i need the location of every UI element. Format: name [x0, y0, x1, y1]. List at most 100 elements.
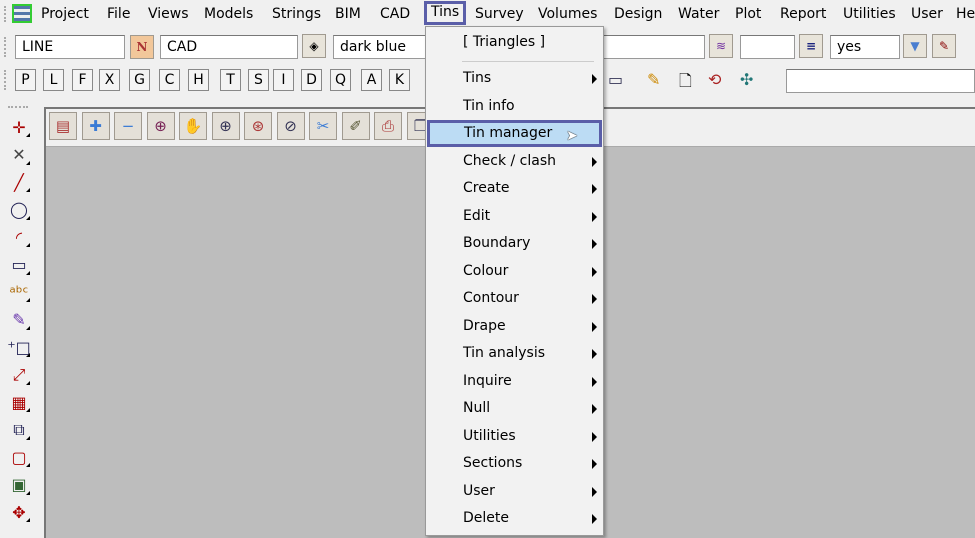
contour-icon[interactable]: ≋ [709, 34, 733, 58]
page-string-icon[interactable]: 🗋 [679, 70, 692, 97]
menu-tins[interactable]: Tins [424, 1, 467, 25]
linestyle-field[interactable]: LINE [15, 35, 125, 59]
menu-strings[interactable]: Strings [268, 3, 325, 25]
menu-item-edit[interactable]: Edit [426, 203, 603, 230]
menu-bim[interactable]: BIM [331, 3, 365, 25]
menu-he[interactable]: He [952, 3, 975, 25]
yes-field[interactable]: yes [830, 35, 900, 59]
window-icon[interactable]: ▭ [608, 70, 623, 89]
layout-icon[interactable]: ▤ [49, 112, 77, 140]
arc-icon[interactable]: ◜ [6, 225, 32, 249]
menu-file[interactable]: File [103, 3, 134, 25]
menubar: Project File Views Models Strings BIM CAD Tins S… [0, 0, 975, 28]
pencil-string-icon[interactable]: ✎ [647, 70, 660, 89]
menu-models[interactable]: Models [200, 3, 257, 25]
key-k-button[interactable]: K [389, 69, 410, 91]
key-h-button[interactable]: H [188, 69, 209, 91]
menu-item-tins[interactable]: Tins [426, 65, 603, 92]
key-q-button[interactable]: Q [330, 69, 351, 91]
cut-icon[interactable]: ✂ [309, 112, 337, 140]
menu-item-colour[interactable]: Colour [426, 258, 603, 285]
label-icon[interactable]: ⁺□ [6, 335, 32, 359]
string-tool-icon[interactable]: ✣ [740, 70, 753, 89]
menu-item-sections[interactable]: Sections [426, 450, 603, 477]
zoom-in-plus-icon[interactable]: ✚ [81, 112, 110, 140]
layers-icon[interactable]: ◈ [302, 34, 326, 58]
line-icon[interactable]: ╱ [6, 170, 32, 194]
dimension-icon[interactable]: ⤢ [6, 363, 32, 387]
menu-item-inquire[interactable]: Inquire [426, 368, 603, 395]
menu-item-check-clash[interactable]: Check / clash [426, 148, 603, 175]
key-f-button[interactable]: F [72, 69, 93, 91]
toolbar-grip[interactable] [4, 70, 7, 90]
key-t-button[interactable]: T [220, 69, 241, 91]
eyedropper-icon[interactable]: ✎ [932, 34, 956, 58]
menu-item-null[interactable]: Null [426, 395, 603, 422]
image-icon[interactable]: ▣ [6, 473, 32, 497]
dropdown-arrow-icon[interactable]: ▼ [903, 34, 927, 58]
key-c-button[interactable]: C [159, 69, 180, 91]
key-l-button[interactable]: L [43, 69, 64, 91]
menu-item-tin-analysis[interactable]: Tin analysis [426, 340, 603, 367]
menu-plot[interactable]: Plot [731, 3, 765, 25]
rectangle-icon[interactable]: ▭ [6, 253, 32, 277]
print-icon[interactable]: ⎙ [374, 112, 402, 140]
menu-volumes[interactable]: Volumes [534, 3, 601, 25]
menu-views[interactable]: Views [144, 3, 193, 25]
submenu-arrow-icon [592, 349, 597, 359]
colour-field[interactable]: dark blue [333, 35, 433, 59]
circle-icon[interactable]: ◯ [6, 198, 32, 222]
zoom-previous-icon[interactable]: ⊘ [276, 112, 305, 140]
key-p-button[interactable]: P [15, 69, 36, 91]
model-field[interactable]: CAD [160, 35, 298, 59]
menu-item-tin-info[interactable]: Tin info [426, 93, 603, 120]
zoom-icon[interactable]: ⊕ [211, 112, 240, 140]
toolbar-grip[interactable] [4, 37, 7, 57]
menu-cad[interactable]: CAD [376, 3, 414, 25]
zoom-out-minus-icon[interactable]: − [114, 112, 142, 140]
move-icon[interactable]: ✥ [6, 500, 32, 524]
menu-item-drape[interactable]: Drape [426, 313, 603, 340]
menu-design[interactable]: Design [610, 3, 666, 25]
field-5[interactable] [740, 35, 795, 59]
key-s-button[interactable]: S [248, 69, 269, 91]
shape-icon[interactable]: ▢ [6, 445, 32, 469]
key-x-button[interactable]: X [99, 69, 120, 91]
cross-icon[interactable]: ✕ [6, 143, 32, 167]
menu-report[interactable]: Report [776, 3, 830, 25]
menu-user[interactable]: User [907, 3, 947, 25]
paint-icon[interactable]: ✎ [6, 308, 32, 332]
zoom-extent-icon[interactable]: ⊕ [146, 112, 175, 140]
left-toolbar-grip[interactable] [8, 106, 28, 108]
zoom-center-icon[interactable]: ⊛ [244, 112, 272, 140]
brush-icon[interactable]: ✐ [341, 112, 370, 140]
point-icon[interactable]: ✛ [6, 115, 32, 139]
table-icon[interactable]: ▦ [6, 390, 32, 414]
menu-utilities[interactable]: Utilities [839, 3, 900, 25]
menu-header-triangles[interactable]: [ Triangles ] [426, 29, 603, 56]
menu-item-user[interactable]: User [426, 478, 603, 505]
key-a-button[interactable]: A [361, 69, 382, 91]
field-4[interactable] [600, 35, 705, 59]
key-g-button[interactable]: G [129, 69, 150, 91]
text-icon[interactable]: ᵃᵇᶜ [6, 280, 32, 304]
key-i-button[interactable]: I [273, 69, 294, 91]
menu-survey[interactable]: Survey [471, 3, 528, 25]
menu-item-contour[interactable]: Contour [426, 285, 603, 312]
grip-handle[interactable] [4, 6, 7, 22]
menu-item-delete[interactable]: Delete [426, 505, 603, 532]
submenu-arrow-icon [592, 404, 597, 414]
select-icon[interactable]: ⧉ [6, 418, 32, 442]
menu-water[interactable]: Water [674, 3, 723, 25]
menu-item-utilities[interactable]: Utilities [426, 423, 603, 450]
name-button[interactable]: N [130, 35, 154, 59]
menu-item-label: Tin info [463, 97, 515, 114]
menu-project[interactable]: Project [37, 3, 93, 25]
menu-item-boundary[interactable]: Boundary [426, 230, 603, 257]
string-edit-icon[interactable]: ⟲ [708, 70, 721, 89]
key-d-button[interactable]: D [301, 69, 322, 91]
command-input[interactable] [786, 69, 975, 93]
line-weight-icon[interactable]: ≡ [799, 34, 823, 58]
menu-item-create[interactable]: Create [426, 175, 603, 202]
pan-hand-icon[interactable]: ✋ [179, 112, 207, 140]
